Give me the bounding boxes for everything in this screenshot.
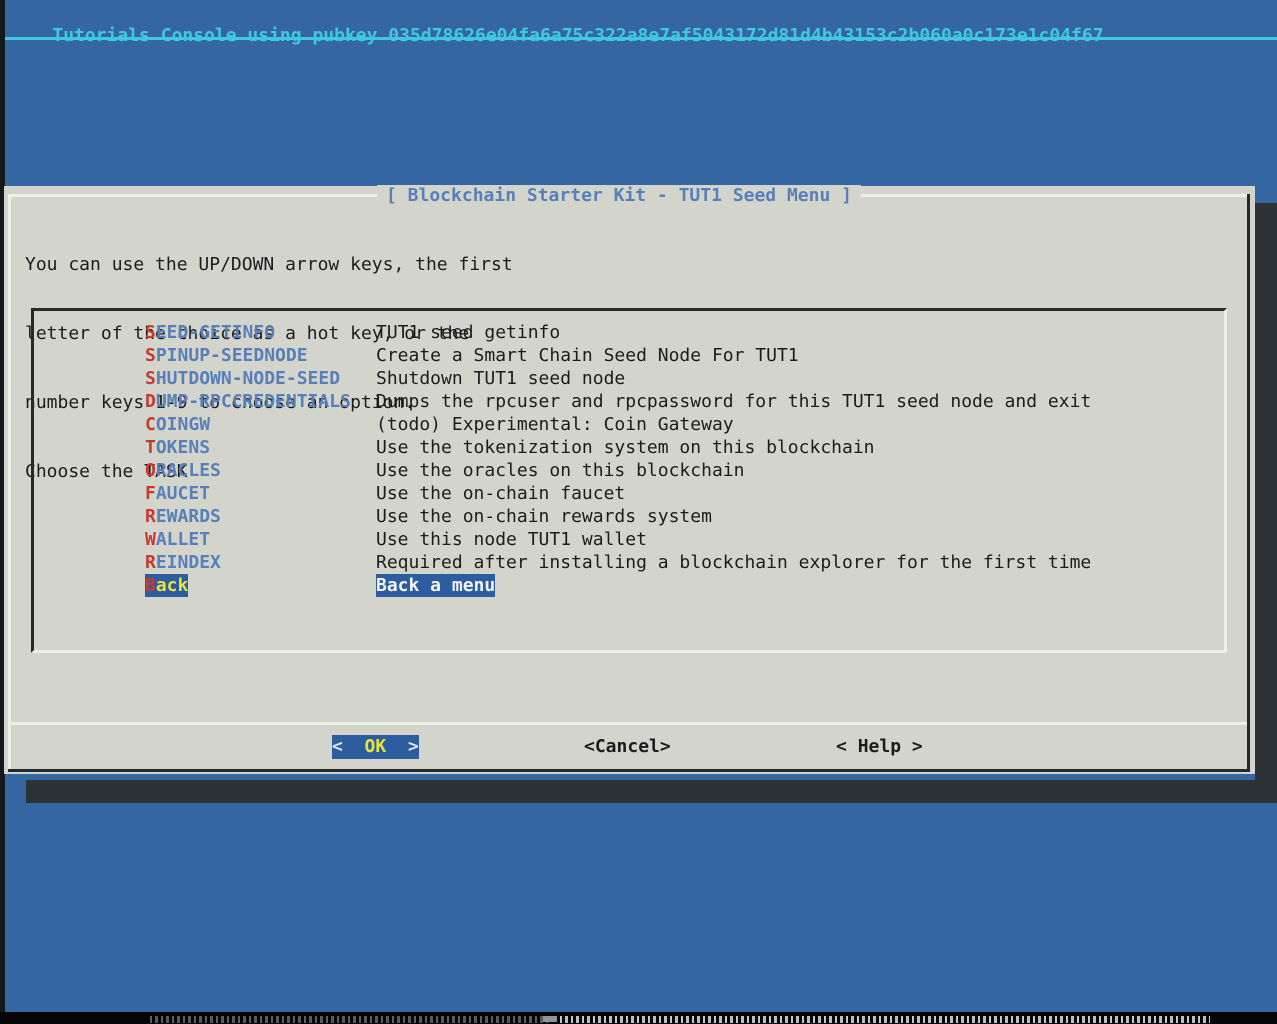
menu-item-tag: TOKENS xyxy=(145,436,210,459)
menu-item-oracles[interactable]: ORACLES Use the oracles on this blockcha… xyxy=(145,459,1225,482)
dialog-title-text: [ Blockchain Starter Kit - TUT1 Seed Men… xyxy=(377,185,861,206)
menu-item-description: Use the tokenization system on this bloc… xyxy=(376,436,875,459)
menu-item-wallet[interactable]: WALLET Use this node TUT1 wallet xyxy=(145,528,1225,551)
menu-item-description: Dumps the rpcuser and rpcpassword for th… xyxy=(376,390,1091,413)
ok-button[interactable]: < OK > xyxy=(332,735,419,759)
menu-item-description: Required after installing a blockchain e… xyxy=(376,551,1091,574)
menu-item-tag: Back xyxy=(145,574,188,597)
dialog-box: [ Blockchain Starter Kit - TUT1 Seed Men… xyxy=(4,186,1255,774)
menu-item-description: Use the on-chain faucet xyxy=(376,482,625,505)
menu-item-seed-getinfo[interactable]: SEED-GETINFO TUT1 seed getinfo xyxy=(145,321,1225,344)
instruction-line: You can use the UP/DOWN arrow keys, the … xyxy=(25,253,513,276)
menu-item-description: Shutdown TUT1 seed node xyxy=(376,367,625,390)
menu-item-spinup-seednode[interactable]: SPINUP-SEEDNODE Create a Smart Chain See… xyxy=(145,344,1225,367)
menu-item-tag: COINGW xyxy=(145,413,210,436)
dialog-border-right xyxy=(1247,194,1250,772)
menu-item-rewards[interactable]: REWARDS Use the on-chain rewards system xyxy=(145,505,1225,528)
menu-item-shutdown-node-seed[interactable]: SHUTDOWN-NODE-SEED Shutdown TUT1 seed no… xyxy=(145,367,1225,390)
menu-item-coingw[interactable]: COINGW (todo) Experimental: Coin Gateway xyxy=(145,413,1225,436)
title-bar-underline xyxy=(5,37,1277,40)
menu-list: SEED-GETINFO TUT1 seed getinfo SPINUP-SE… xyxy=(145,321,1225,597)
menu-item-description: Use the on-chain rewards system xyxy=(376,505,712,528)
help-button[interactable]: < Help > xyxy=(836,735,923,759)
cancel-button[interactable]: <Cancel> xyxy=(584,735,671,759)
menu-item-tag: DUMP-RPCCREDENTIALS xyxy=(145,390,351,413)
button-row-separator xyxy=(8,722,1247,725)
ok-button-bracket-right: > xyxy=(386,736,419,757)
menu-item-reindex[interactable]: REINDEX Required after installing a bloc… xyxy=(145,551,1225,574)
cancel-button-label: Cancel xyxy=(595,736,660,757)
menu-item-tag: REINDEX xyxy=(145,551,221,574)
ok-button-label: OK xyxy=(365,736,387,757)
menu-item-dump-rpccredentials[interactable]: DUMP-RPCCREDENTIALS Dumps the rpcuser an… xyxy=(145,390,1225,413)
menu-list-box: SEED-GETINFO TUT1 seed getinfo SPINUP-SE… xyxy=(31,308,1227,653)
help-button-bracket-right: > xyxy=(901,736,923,757)
menu-item-tag: SPINUP-SEEDNODE xyxy=(145,344,308,367)
menu-item-tag: FAUCET xyxy=(145,482,210,505)
dialog-border-bottom xyxy=(8,769,1250,772)
cancel-button-bracket-right: > xyxy=(660,736,671,757)
menu-item-faucet[interactable]: FAUCET Use the on-chain faucet xyxy=(145,482,1225,505)
help-button-bracket-left: < xyxy=(836,736,858,757)
menu-item-description: Back a menu xyxy=(376,574,495,597)
menu-item-description: (todo) Experimental: Coin Gateway xyxy=(376,413,734,436)
menu-item-tag: SHUTDOWN-NODE-SEED xyxy=(145,367,340,390)
menu-item-description: Use this node TUT1 wallet xyxy=(376,528,647,551)
menu-item-tag: REWARDS xyxy=(145,505,221,528)
menu-item-tag: ORACLES xyxy=(145,459,221,482)
cancel-button-bracket-left: < xyxy=(584,736,595,757)
menu-item-tag: WALLET xyxy=(145,528,210,551)
clipped-terminal-text xyxy=(560,1016,1210,1023)
menu-item-tag: SEED-GETINFO xyxy=(145,321,275,344)
menu-item-description: Create a Smart Chain Seed Node For TUT1 xyxy=(376,344,799,367)
terminal-title-text: Tutorials Console using pubkey 035d78626… xyxy=(52,25,1103,46)
ok-button-bracket-left: < xyxy=(332,736,365,757)
help-button-label: Help xyxy=(858,736,901,757)
menu-item-tokens[interactable]: TOKENS Use the tokenization system on th… xyxy=(145,436,1225,459)
clipped-terminal-text xyxy=(150,1016,550,1023)
menu-item-back-selected[interactable]: Back Back a menu xyxy=(145,574,1225,597)
terminal-title-bar: Tutorials Console using pubkey 035d78626… xyxy=(9,1,1269,70)
dialog-shadow-bottom xyxy=(26,780,1277,803)
dialog-title: [ Blockchain Starter Kit - TUT1 Seed Men… xyxy=(4,184,1234,207)
dialog-shadow-right xyxy=(1255,203,1277,803)
menu-item-description: Use the oracles on this blockchain xyxy=(376,459,744,482)
dialog-border-left xyxy=(8,194,11,772)
cursor-artifact xyxy=(543,1016,557,1022)
terminal-screen: Tutorials Console using pubkey 035d78626… xyxy=(0,0,1277,1024)
menu-item-description: TUT1 seed getinfo xyxy=(376,321,560,344)
